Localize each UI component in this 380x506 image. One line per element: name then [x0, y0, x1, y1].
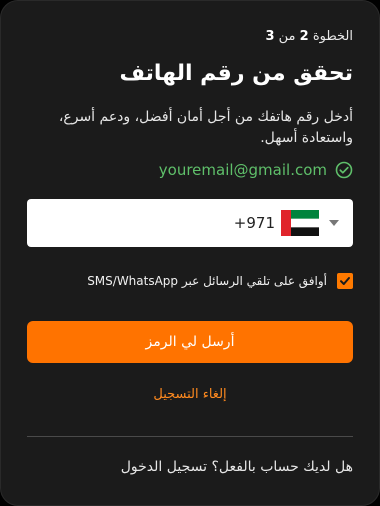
country-code-selector[interactable]: [281, 210, 339, 236]
page-title: تحقق من رقم الهاتف: [119, 61, 353, 86]
check-circle-icon: [335, 161, 353, 179]
dial-code: +971: [233, 214, 275, 232]
step-sep: من: [278, 29, 296, 44]
cancel-registration-link[interactable]: إلغاء التسجيل: [1, 387, 379, 402]
step-prefix: الخطوة: [312, 29, 353, 44]
login-prompt[interactable]: هل لديك حساب بالفعل؟ تسجيل الدخول: [121, 459, 353, 475]
email-row: youremail@gmail.com: [159, 161, 353, 179]
send-code-button[interactable]: أرسل لي الرمز: [27, 321, 353, 363]
step-current: 2: [299, 29, 309, 44]
phone-number-field[interactable]: +971: [27, 199, 353, 247]
consent-row: أوافق على تلقي الرسائل عبر SMS/WhatsApp: [87, 273, 353, 289]
consent-label: أوافق على تلقي الرسائل عبر SMS/WhatsApp: [87, 274, 327, 288]
chevron-down-icon: [329, 220, 339, 226]
description-text: أدخل رقم هاتفك من أجل أمان أفضل، ودعم أس…: [58, 109, 353, 146]
uae-flag-icon: [281, 210, 319, 236]
email-address: youremail@gmail.com: [158, 161, 327, 179]
consent-checkbox[interactable]: [337, 273, 353, 289]
checkmark-icon: [340, 277, 350, 285]
verification-card: الخطوة 2 من 3 تحقق من رقم الهاتف أدخل رق…: [0, 0, 380, 506]
step-total: 3: [265, 29, 275, 44]
divider: [27, 436, 353, 437]
step-indicator: الخطوة 2 من 3: [265, 29, 353, 44]
